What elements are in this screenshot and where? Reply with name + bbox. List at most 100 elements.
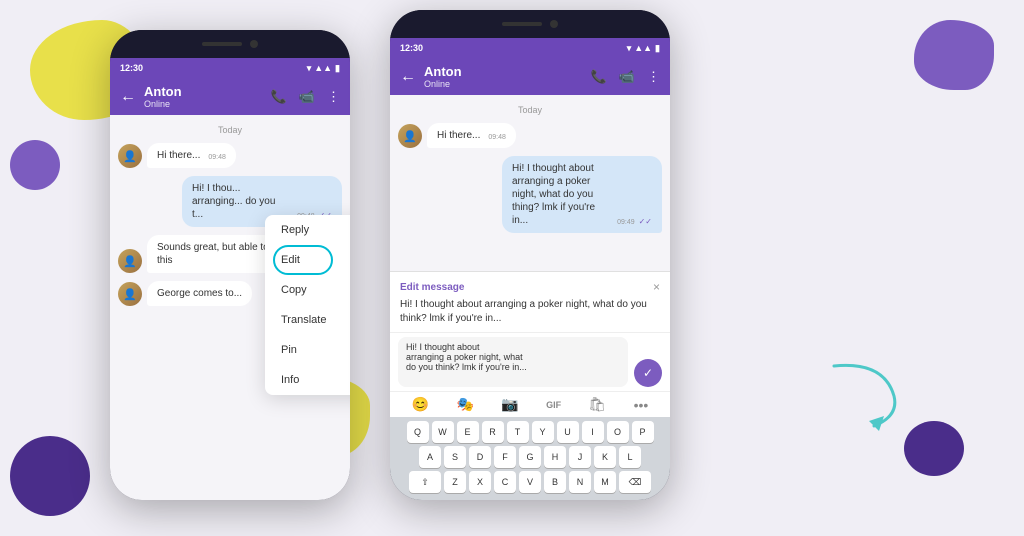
keyboard-right: Q W E R T Y U I O P A S D F G H bbox=[390, 417, 670, 500]
avatar-left: 👤 bbox=[118, 144, 142, 168]
bubble-received-right-1: Hi there... 09:48 bbox=[427, 123, 516, 148]
bubble-text-3: George comes to... bbox=[157, 288, 242, 299]
key-n[interactable]: N bbox=[569, 471, 591, 493]
key-e[interactable]: E bbox=[457, 421, 479, 443]
call-icon-left[interactable]: 📞 bbox=[271, 89, 287, 105]
phone-right: 12:30 ▾ ▲▲ ▮ ← Anton Online 📞 📹 ⋮ bbox=[390, 10, 670, 500]
camera-icon[interactable]: 📷 bbox=[501, 396, 518, 413]
keyboard-row-1: Q W E R T Y U I O P bbox=[392, 421, 668, 443]
call-icon-right[interactable]: 📞 bbox=[591, 69, 607, 85]
key-k[interactable]: K bbox=[594, 446, 616, 468]
key-s[interactable]: S bbox=[444, 446, 466, 468]
phones-container: 12:30 ▾ ▲▲ ▮ ← Anton Online 📞 📹 ⋮ bbox=[110, 30, 670, 500]
key-u[interactable]: U bbox=[557, 421, 579, 443]
key-f[interactable]: F bbox=[494, 446, 516, 468]
header-icons-left: 📞 📹 ⋮ bbox=[271, 89, 340, 105]
bubble-received-1: Hi there... 09:48 bbox=[147, 143, 236, 168]
key-m[interactable]: M bbox=[594, 471, 616, 493]
key-v[interactable]: V bbox=[519, 471, 541, 493]
contact-info-left: Anton Online bbox=[144, 84, 263, 109]
context-info[interactable]: Info bbox=[265, 365, 350, 395]
key-backspace[interactable]: ⌫ bbox=[619, 471, 651, 493]
key-i[interactable]: I bbox=[582, 421, 604, 443]
more-icon-right[interactable]: ⋮ bbox=[647, 69, 660, 85]
camera-right bbox=[550, 20, 558, 28]
speaker-right bbox=[502, 22, 542, 26]
avatar-img-left: 👤 bbox=[118, 144, 142, 168]
key-r[interactable]: R bbox=[482, 421, 504, 443]
chat-scroll-right: Today 👤 Hi there... 09:48 bbox=[390, 95, 670, 271]
contact-name-left: Anton bbox=[144, 84, 263, 99]
edit-message-text: Hi! I thought about arranging a poker ni… bbox=[400, 298, 660, 326]
header-icons-right: 📞 📹 ⋮ bbox=[591, 69, 660, 85]
decorative-blob-purple-bottomleft bbox=[10, 436, 90, 516]
send-button-right[interactable]: ✓ bbox=[634, 359, 662, 387]
emoji-icon[interactable]: 😊 bbox=[412, 396, 429, 413]
status-time-right: 12:30 bbox=[400, 43, 423, 53]
more-icons[interactable]: ••• bbox=[634, 397, 649, 413]
key-d[interactable]: D bbox=[469, 446, 491, 468]
bubble-received-3: George comes to... bbox=[147, 281, 252, 306]
context-edit[interactable]: Edit bbox=[265, 245, 350, 275]
key-w[interactable]: W bbox=[432, 421, 454, 443]
key-y[interactable]: Y bbox=[532, 421, 554, 443]
bubble-time-1: 09:48 bbox=[208, 153, 226, 162]
video-icon-left[interactable]: 📹 bbox=[299, 89, 315, 105]
phone-body-right: 12:30 ▾ ▲▲ ▮ ← Anton Online 📞 📹 ⋮ bbox=[390, 38, 670, 500]
speaker-left bbox=[202, 42, 242, 46]
key-g[interactable]: G bbox=[519, 446, 541, 468]
camera-left bbox=[250, 40, 258, 48]
edit-close-button[interactable]: × bbox=[653, 280, 660, 294]
message-input-right[interactable]: Hi! I thought about arranging a poker ni… bbox=[398, 337, 628, 387]
shop-icon[interactable]: 🛍 bbox=[588, 396, 606, 413]
key-c[interactable]: C bbox=[494, 471, 516, 493]
avatar-left-2: 👤 bbox=[118, 249, 142, 273]
contact-status-right: Online bbox=[424, 79, 583, 89]
key-shift[interactable]: ⇧ bbox=[409, 471, 441, 493]
status-bar-left: 12:30 ▾ ▲▲ ▮ bbox=[110, 58, 350, 78]
key-l[interactable]: L bbox=[619, 446, 641, 468]
key-h[interactable]: H bbox=[544, 446, 566, 468]
message-row-received-left: 👤 Hi there... 09:48 bbox=[118, 143, 342, 168]
context-pin[interactable]: Pin bbox=[265, 335, 350, 365]
gif-icon[interactable]: GIF bbox=[546, 400, 561, 410]
back-button-left[interactable]: ← bbox=[120, 88, 136, 106]
key-b[interactable]: B bbox=[544, 471, 566, 493]
phone-body-left: 12:30 ▾ ▲▲ ▮ ← Anton Online 📞 📹 ⋮ bbox=[110, 58, 350, 500]
context-copy[interactable]: Copy bbox=[265, 275, 350, 305]
date-label-left: Today bbox=[118, 125, 342, 135]
more-icon-left[interactable]: ⋮ bbox=[327, 89, 340, 105]
edit-message-label: Edit message bbox=[400, 282, 464, 293]
bubble-text-1: Hi there... bbox=[157, 149, 200, 162]
decorative-blob-purple-topleft bbox=[10, 140, 60, 190]
message-row-sent-right: Hi! I thought about arranging a poker ni… bbox=[398, 156, 662, 233]
avatar-left-3: 👤 bbox=[118, 282, 142, 306]
context-reply[interactable]: Reply bbox=[265, 215, 350, 245]
key-a[interactable]: A bbox=[419, 446, 441, 468]
key-z[interactable]: Z bbox=[444, 471, 466, 493]
avatar-right: 👤 bbox=[398, 124, 422, 148]
key-p[interactable]: P bbox=[632, 421, 654, 443]
app-header-left: ← Anton Online 📞 📹 ⋮ bbox=[110, 78, 350, 115]
battery-icon-right: ▮ bbox=[655, 43, 660, 54]
sticker-icon[interactable]: 🎭 bbox=[456, 396, 473, 413]
key-o[interactable]: O bbox=[607, 421, 629, 443]
status-icons-left: ▾ ▲▲ ▮ bbox=[307, 63, 340, 74]
contact-name-right: Anton bbox=[424, 64, 583, 79]
input-area-right: Hi! I thought about arranging a poker ni… bbox=[390, 332, 670, 391]
key-q[interactable]: Q bbox=[407, 421, 429, 443]
bubble-time-right-1: 09:48 bbox=[488, 133, 506, 142]
battery-icon: ▮ bbox=[335, 63, 340, 74]
bubble-sent-time-right-1: 09:49 ✓✓ bbox=[617, 217, 652, 227]
edit-message-header: Edit message × bbox=[400, 280, 660, 294]
phone-topbar-left bbox=[110, 30, 350, 58]
key-t[interactable]: T bbox=[507, 421, 529, 443]
status-icons-right: ▾ ▲▲ ▮ bbox=[627, 43, 660, 54]
bubble-sent-right-1: Hi! I thought about arranging a poker ni… bbox=[502, 156, 662, 233]
key-j[interactable]: J bbox=[569, 446, 591, 468]
context-translate[interactable]: Translate bbox=[265, 305, 350, 335]
key-x[interactable]: X bbox=[469, 471, 491, 493]
wifi-icon-right: ▾ bbox=[627, 43, 632, 54]
video-icon-right[interactable]: 📹 bbox=[619, 69, 635, 85]
back-button-right[interactable]: ← bbox=[400, 68, 416, 86]
